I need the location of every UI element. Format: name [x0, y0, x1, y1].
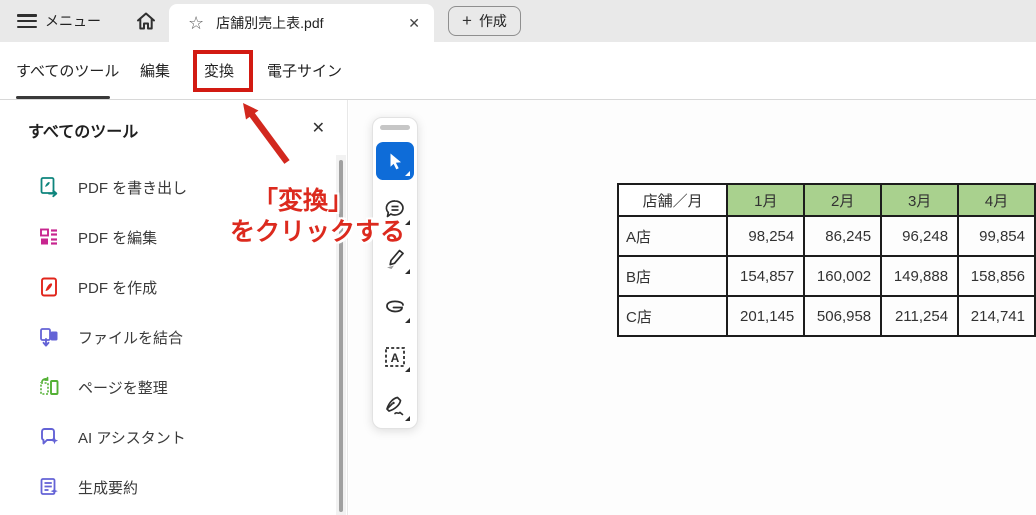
cell-value: 149,888 — [880, 255, 960, 297]
top-bar: メニュー ☆ 店舗別売上表.pdf ✕ + 作成 — [0, 0, 1036, 42]
store-name: B店 — [616, 255, 729, 297]
sidebar-item-combine-files[interactable]: ファイルを結合 — [0, 312, 336, 362]
sales-table: 店舗／月 1月 2月 3月 4月 A店 98,254 86,245 96,248… — [616, 183, 1036, 337]
cell-value: 86,245 — [803, 215, 883, 257]
table-header-row: 店舗／月 1月 2月 3月 4月 — [616, 183, 1036, 217]
export-pdf-icon — [40, 177, 58, 198]
plus-icon: + — [462, 11, 472, 30]
home-button[interactable] — [131, 6, 161, 36]
panel-title: すべてのツール — [28, 124, 139, 141]
sign-tool-button[interactable] — [376, 387, 414, 425]
menu-button[interactable]: メニュー — [45, 11, 101, 31]
hamburger-menu-icon[interactable] — [17, 14, 37, 28]
submenu-corner-icon — [405, 220, 410, 225]
cell-value: 96,248 — [880, 215, 960, 257]
sidebar-scrollbar[interactable] — [336, 155, 346, 515]
cell-value: 154,857 — [726, 255, 806, 297]
submenu-corner-icon — [405, 318, 410, 323]
header-apr: 4月 — [957, 183, 1036, 217]
sidebar-item-create-pdf[interactable]: PDF を作成 — [0, 262, 336, 312]
table-row: B店 154,857 160,002 149,888 158,856 — [616, 255, 1036, 297]
cell-value: 158,856 — [957, 255, 1036, 297]
header-mar: 3月 — [880, 183, 960, 217]
document-viewer: A 店舗／月 1月 2月 3月 4月 A店 98,254 86,245 96,2… — [349, 100, 1036, 515]
sidebar-item-organize-pages[interactable]: ページを整理 — [0, 362, 336, 412]
tab-close-icon[interactable]: ✕ — [408, 15, 420, 32]
home-icon — [137, 12, 155, 30]
quick-tools-panel: A — [372, 117, 418, 429]
tab-all-tools[interactable]: すべてのツール — [16, 42, 119, 99]
tab-esign[interactable]: 電子サイン — [267, 42, 342, 99]
acrobat-window: メニュー ☆ 店舗別売上表.pdf ✕ + 作成 すべてのツール 編集 変換 電… — [0, 0, 1036, 515]
sidebar-item-label: 生成要約 — [78, 479, 139, 497]
ai-assistant-icon — [41, 428, 59, 445]
lasso-tool-button[interactable] — [376, 289, 414, 327]
sidebar-item-generative-summary[interactable]: 生成要約 — [0, 462, 336, 512]
tab-convert[interactable]: 変換 — [204, 42, 234, 99]
header-jan: 1月 — [726, 183, 806, 217]
sidebar-item-edit-pdf[interactable]: PDF を編集 — [0, 212, 336, 262]
drag-handle[interactable] — [380, 125, 410, 130]
ribbon-bar: すべてのツール 編集 変換 電子サイン — [0, 42, 1036, 100]
cell-value: 201,145 — [726, 295, 806, 337]
comment-tool-button[interactable] — [376, 191, 414, 229]
select-arrow-icon — [390, 153, 401, 170]
create-button-label: 作成 — [478, 13, 507, 29]
cell-value: 506,958 — [803, 295, 883, 337]
sidebar-item-export-pdf[interactable]: PDF を書き出し — [0, 162, 336, 212]
table-row: C店 201,145 506,958 211,254 214,741 — [616, 295, 1036, 337]
header-feb: 2月 — [803, 183, 883, 217]
content-area: すべてのツール ✕ PDF を書き出し PDF を編集 PDF を作成 ファイル… — [0, 100, 1036, 515]
submenu-corner-icon — [405, 416, 410, 421]
svg-text:A: A — [391, 351, 400, 365]
create-button[interactable]: + 作成 — [448, 6, 521, 36]
table-row: A店 98,254 86,245 96,248 99,854 — [616, 215, 1036, 257]
edit-pdf-icon — [40, 228, 57, 245]
tools-list: PDF を書き出し PDF を編集 PDF を作成 ファイルを結合 ページを整理… — [0, 162, 336, 512]
select-tool-button[interactable] — [376, 142, 414, 180]
add-text-tool-button[interactable]: A — [376, 338, 414, 376]
combine-files-icon — [40, 328, 58, 347]
document-tab[interactable]: ☆ 店舗別売上表.pdf ✕ — [169, 4, 434, 42]
generative-summary-icon — [40, 478, 58, 495]
tab-edit[interactable]: 編集 — [140, 42, 170, 99]
create-pdf-icon — [41, 277, 57, 297]
sidebar-item-label: ファイルを結合 — [78, 329, 184, 347]
store-name: A店 — [616, 215, 729, 257]
star-icon[interactable]: ☆ — [188, 13, 204, 34]
cell-value: 99,854 — [957, 215, 1036, 257]
all-tools-panel: すべてのツール ✕ PDF を書き出し PDF を編集 PDF を作成 ファイル… — [0, 100, 348, 515]
sidebar-item-label: PDF を作成 — [78, 279, 158, 297]
sidebar-item-ai-assistant[interactable]: AI アシスタント — [0, 412, 336, 462]
sidebar-item-label: ページを整理 — [78, 379, 168, 397]
active-tab-underline — [16, 96, 110, 99]
submenu-corner-icon — [405, 269, 410, 274]
organize-pages-icon — [40, 376, 59, 395]
draw-tool-button[interactable] — [376, 240, 414, 278]
cell-value: 160,002 — [803, 255, 883, 297]
panel-close-icon[interactable]: ✕ — [312, 118, 325, 138]
cell-value: 211,254 — [880, 295, 960, 337]
submenu-corner-icon — [405, 171, 410, 176]
sidebar-scrollbar-thumb[interactable] — [339, 160, 343, 512]
sidebar-item-label: AI アシスタント — [78, 429, 186, 447]
sidebar-item-label: PDF を編集 — [78, 229, 158, 247]
tab-title: 店舗別売上表.pdf — [216, 15, 324, 31]
cell-value: 214,741 — [957, 295, 1036, 337]
submenu-corner-icon — [405, 367, 410, 372]
cell-value: 98,254 — [726, 215, 806, 257]
sidebar-item-label: PDF を書き出し — [78, 179, 188, 197]
header-store-month: 店舗／月 — [616, 183, 729, 217]
store-name: C店 — [616, 295, 729, 337]
